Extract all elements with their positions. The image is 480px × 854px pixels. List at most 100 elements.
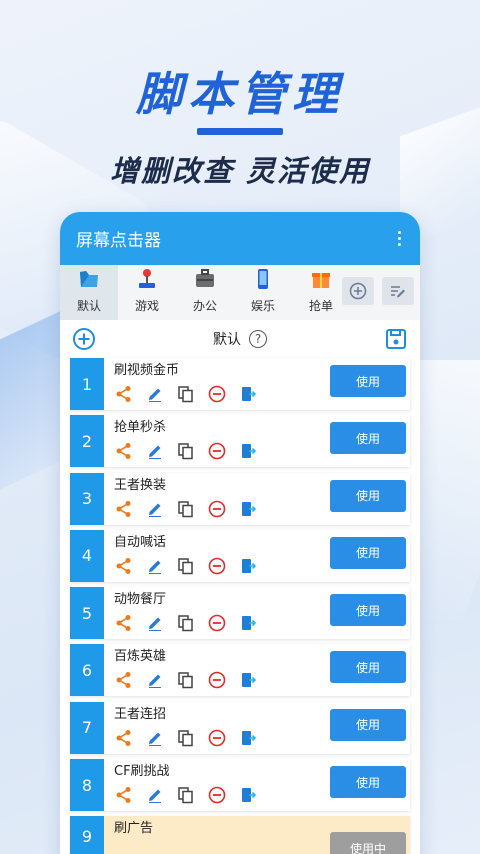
export-icon	[242, 730, 257, 745]
more-vert-icon[interactable]	[392, 229, 406, 249]
share-button[interactable]	[114, 499, 134, 519]
copy-button[interactable]	[176, 441, 196, 461]
share-icon	[116, 615, 131, 632]
app-bar: 屏幕点击器	[60, 212, 420, 265]
use-button[interactable]: 使用	[330, 479, 406, 512]
tab-default[interactable]: 默认	[60, 265, 118, 320]
joystick-icon	[139, 269, 155, 288]
share-icon	[116, 557, 131, 574]
category-tabs: 默认 游戏 办公 娱乐 抢单	[60, 265, 420, 320]
copy-button[interactable]	[176, 384, 196, 404]
edit-icon	[149, 732, 161, 746]
delete-button[interactable]	[207, 499, 227, 519]
delete-button[interactable]	[207, 613, 227, 633]
script-row[interactable]: 5 动物餐厅 使用	[70, 587, 410, 640]
share-icon	[116, 386, 131, 402]
tab-office[interactable]: 办公	[176, 265, 234, 320]
export-button[interactable]	[238, 384, 258, 404]
copy-button[interactable]	[176, 670, 196, 690]
save-icon[interactable]	[384, 327, 408, 351]
export-button[interactable]	[238, 785, 258, 805]
copy-icon	[178, 615, 193, 632]
edit-button[interactable]	[145, 384, 165, 404]
export-icon	[242, 558, 257, 573]
copy-icon	[178, 730, 193, 747]
tab-label: 办公	[192, 299, 217, 313]
use-button[interactable]: 使用	[330, 594, 406, 627]
share-icon	[116, 672, 131, 689]
use-button[interactable]: 使用	[330, 422, 406, 455]
edit-button[interactable]	[145, 728, 165, 748]
export-icon	[242, 788, 257, 803]
group-name: 默认	[213, 332, 241, 348]
export-button[interactable]	[238, 441, 258, 461]
delete-button[interactable]	[207, 785, 227, 805]
share-button[interactable]	[114, 556, 134, 576]
export-icon	[242, 673, 257, 688]
delete-button[interactable]	[207, 556, 227, 576]
copy-button[interactable]	[176, 728, 196, 748]
copy-icon	[178, 386, 193, 403]
use-button[interactable]: 使用	[330, 651, 406, 684]
copy-button[interactable]	[176, 613, 196, 633]
copy-button[interactable]	[176, 499, 196, 519]
delete-icon	[208, 672, 226, 689]
export-icon	[242, 616, 257, 631]
edit-button[interactable]	[145, 785, 165, 805]
delete-icon	[208, 385, 226, 403]
delete-button[interactable]	[207, 728, 227, 748]
use-button[interactable]: 使用	[330, 766, 406, 799]
script-row[interactable]: 4 自动喊话 使用	[70, 529, 410, 582]
tab-games[interactable]: 游戏	[118, 265, 176, 320]
edit-button[interactable]	[145, 556, 165, 576]
help-icon[interactable]: ?	[249, 330, 267, 348]
share-button[interactable]	[114, 613, 134, 633]
script-row[interactable]: 8 CF刷挑战 使用	[70, 759, 410, 812]
delete-button[interactable]	[207, 670, 227, 690]
hero-title: 脚本管理	[136, 67, 344, 121]
add-circle-icon[interactable]	[72, 327, 96, 351]
delete-icon	[208, 500, 226, 517]
delete-button[interactable]	[207, 384, 227, 404]
add-category-button[interactable]	[342, 277, 374, 305]
script-number: 6	[70, 644, 104, 697]
copy-button[interactable]	[176, 556, 196, 576]
copy-icon	[178, 500, 193, 517]
export-icon	[242, 387, 257, 401]
script-row[interactable]: 1 刷视频金币 使用	[70, 358, 410, 410]
tab-entertainment[interactable]: 娱乐	[234, 265, 292, 320]
share-icon	[116, 729, 131, 746]
use-button[interactable]: 使用中	[330, 832, 406, 854]
export-button[interactable]	[238, 670, 258, 690]
briefcase-icon	[196, 269, 214, 287]
script-number: 4	[70, 529, 104, 582]
tab-label: 默认	[76, 299, 101, 313]
use-button[interactable]: 使用	[330, 536, 406, 569]
edit-button[interactable]	[145, 613, 165, 633]
edit-icon	[149, 789, 161, 804]
copy-button[interactable]	[176, 785, 196, 805]
edit-button[interactable]	[145, 499, 165, 519]
share-button[interactable]	[114, 384, 134, 404]
edit-category-button[interactable]	[382, 277, 414, 305]
script-row[interactable]: 7 王者连招 使用	[70, 701, 410, 754]
script-row[interactable]: 6 百炼英雄 使用	[70, 644, 410, 697]
share-button[interactable]	[114, 728, 134, 748]
delete-button[interactable]	[207, 441, 227, 461]
copy-icon	[178, 558, 193, 575]
script-row[interactable]: 2 抢单秒杀 使用	[70, 415, 410, 468]
edit-button[interactable]	[145, 670, 165, 690]
use-button[interactable]: 使用	[330, 708, 406, 741]
share-button[interactable]	[114, 670, 134, 690]
export-button[interactable]	[238, 499, 258, 519]
export-button[interactable]	[238, 556, 258, 576]
export-button[interactable]	[238, 613, 258, 633]
use-button[interactable]: 使用	[330, 365, 406, 397]
share-button[interactable]	[114, 785, 134, 805]
script-row[interactable]: 3 王者换装 使用	[70, 472, 410, 525]
edit-button[interactable]	[145, 441, 165, 461]
share-button[interactable]	[114, 441, 134, 461]
script-row[interactable]: 9 刷广告 使用中	[70, 816, 410, 854]
share-icon	[116, 787, 131, 804]
export-button[interactable]	[238, 728, 258, 748]
